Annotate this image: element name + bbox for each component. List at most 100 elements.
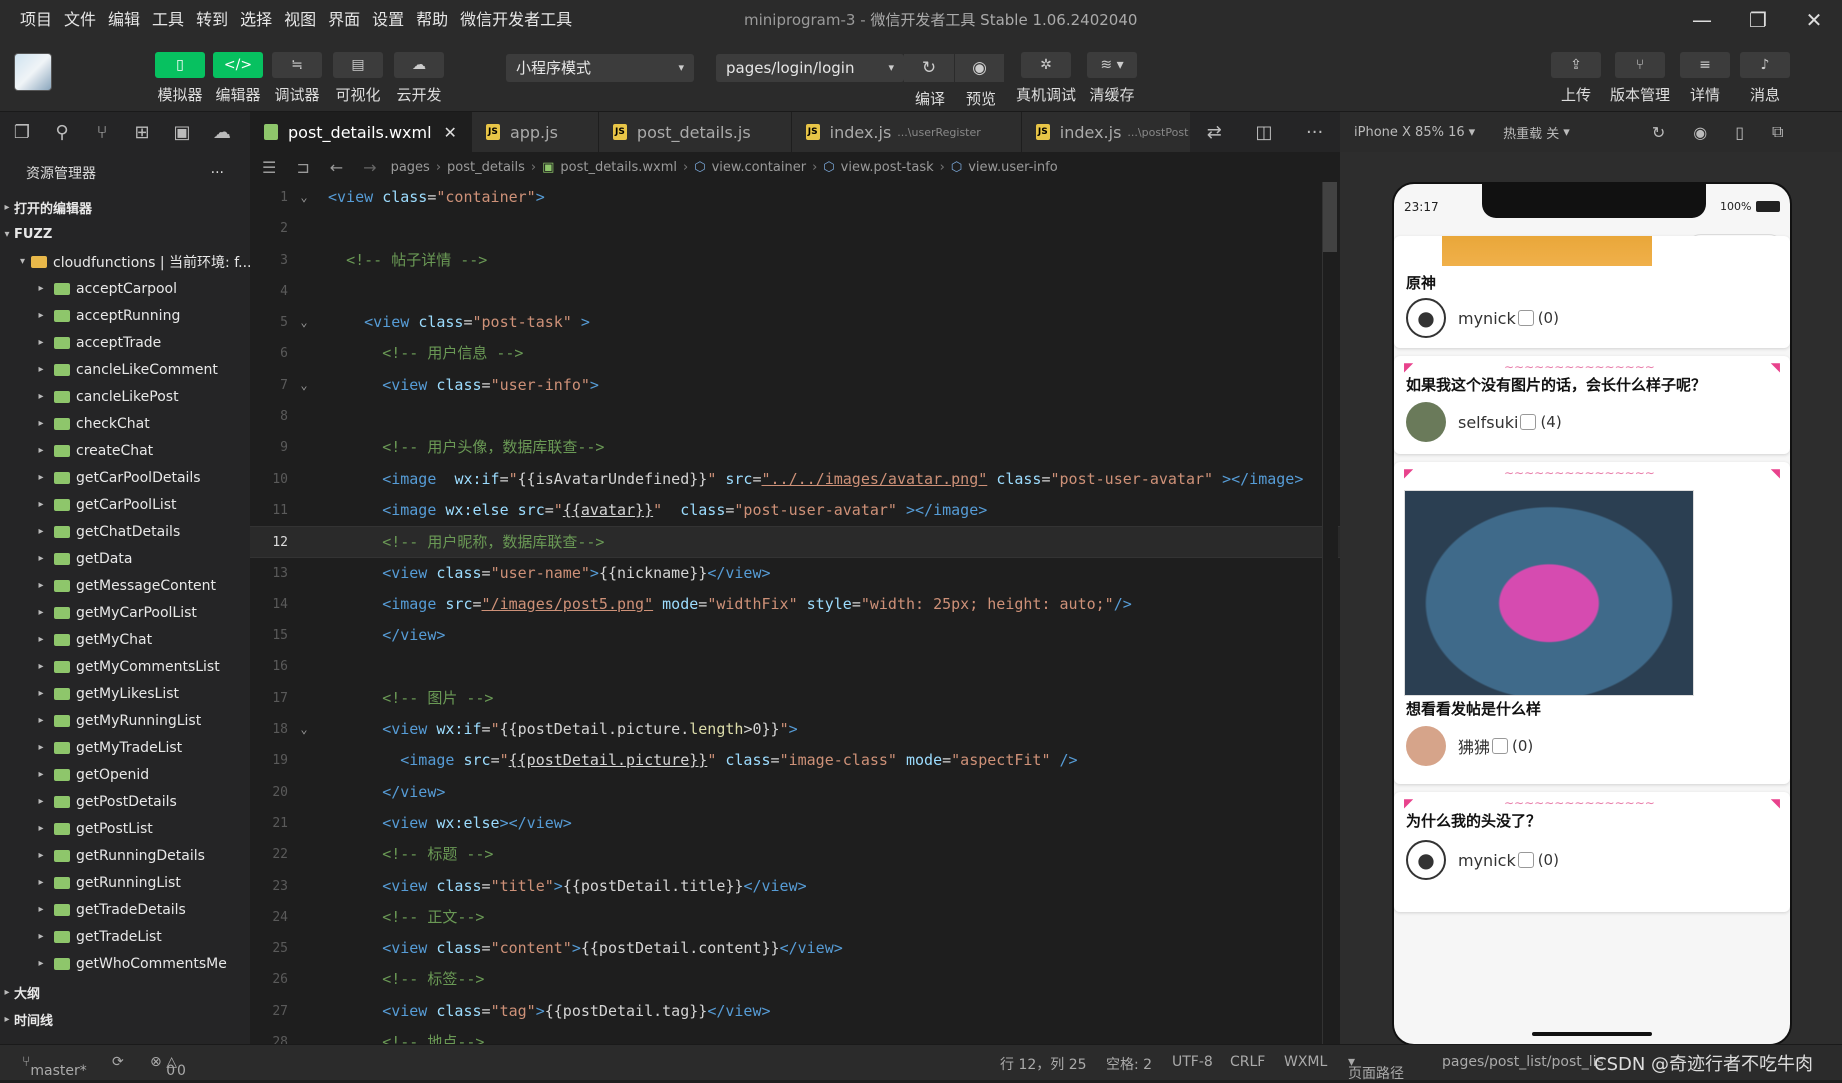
compile-label[interactable]: 编译 bbox=[915, 88, 945, 109]
mode-select[interactable]: 小程序模式 bbox=[506, 54, 694, 82]
workspace-root[interactable]: ▾ FUZZ bbox=[0, 221, 250, 248]
eye-icon[interactable]: ◉ bbox=[954, 54, 1004, 82]
cloudfunction-item[interactable]: ▸ getTradeList bbox=[0, 923, 250, 950]
device-select[interactable]: iPhone X 85% 16 bbox=[1354, 125, 1465, 140]
extensions-icon[interactable]: ⊞ bbox=[132, 122, 152, 143]
close-icon[interactable]: ✕ bbox=[444, 123, 457, 142]
cloudfunction-item[interactable]: ▸ getCarPoolList bbox=[0, 491, 250, 518]
cloudfunction-item[interactable]: ▸ getMessageContent bbox=[0, 572, 250, 599]
cursor-position[interactable]: 行 12，列 25 bbox=[1000, 1054, 1087, 1074]
cloudfunction-item[interactable]: ▸ getPostDetails bbox=[0, 788, 250, 815]
messages-button[interactable]: ♪ 消息 bbox=[1737, 52, 1793, 105]
cloudfunction-item[interactable]: ▸ acceptTrade bbox=[0, 329, 250, 356]
code-line[interactable]: 22 <!-- 标题 --> bbox=[250, 839, 1340, 870]
rotate-icon[interactable]: ↻ bbox=[1652, 123, 1665, 142]
refresh-icon[interactable]: ↻ bbox=[904, 54, 954, 82]
cloud-icon[interactable]: ☁ bbox=[212, 122, 232, 143]
user-avatar[interactable] bbox=[14, 53, 52, 91]
forward-icon[interactable]: → bbox=[363, 158, 376, 177]
breadcrumb-item[interactable]: view.container bbox=[712, 160, 806, 175]
breadcrumb-item[interactable]: post_details.wxml bbox=[560, 160, 677, 175]
more-actions-icon[interactable]: ··· bbox=[1306, 122, 1323, 143]
list-icon[interactable]: ☰ bbox=[262, 158, 276, 177]
code-line[interactable]: 6 <!-- 用户信息 --> bbox=[250, 338, 1340, 369]
code-line[interactable]: 11 <image wx:else src="{{avatar}}" class… bbox=[250, 495, 1340, 526]
menu-item[interactable]: 项目 bbox=[14, 0, 58, 40]
split-editor-icon[interactable]: ◫ bbox=[1255, 122, 1272, 143]
code-line[interactable]: 23 <view class="title">{{postDetail.titl… bbox=[250, 871, 1340, 902]
thumbs-up-icon[interactable] bbox=[1517, 852, 1534, 868]
maximize-button[interactable]: ❐ bbox=[1730, 0, 1786, 40]
cloudfunction-item[interactable]: ▸ getMyLikesList bbox=[0, 680, 250, 707]
cloudfunction-item[interactable]: ▸ getMyRunningList bbox=[0, 707, 250, 734]
menu-item[interactable]: 视图 bbox=[278, 0, 322, 40]
minimize-button[interactable]: — bbox=[1674, 0, 1730, 40]
code-line[interactable]: 25 <view class="content">{{postDetail.co… bbox=[250, 933, 1340, 964]
hot-reload-toggle[interactable]: 热重载 关 bbox=[1503, 123, 1559, 142]
menu-item[interactable]: 微信开发者工具 bbox=[454, 0, 578, 40]
page-path-label[interactable]: 页面路径 ▾ bbox=[1348, 1054, 1404, 1082]
code-editor[interactable]: 1 ⌄ <view class="container"> 2 3 <!-- 帖子详情 -… bbox=[250, 182, 1340, 1044]
menu-item[interactable]: 转到 bbox=[190, 0, 234, 40]
cloudfunction-item[interactable]: ▸ getChatDetails bbox=[0, 518, 250, 545]
cloudfunction-item[interactable]: ▸ getOpenid bbox=[0, 761, 250, 788]
cloudfunction-item[interactable]: ▸ acceptRunning bbox=[0, 302, 250, 329]
code-line[interactable]: 10 <image wx:if="{{isAvatarUndefined}}" … bbox=[250, 464, 1340, 495]
cloudfunction-item[interactable]: ▸ createChat bbox=[0, 437, 250, 464]
details-button[interactable]: ≡ 详情 bbox=[1677, 52, 1733, 105]
code-line[interactable]: 21 <view wx:else></view> bbox=[250, 808, 1340, 839]
tab-3[interactable]: JS post_details.js bbox=[598, 112, 792, 152]
scrollbar-thumb[interactable] bbox=[1323, 182, 1337, 252]
cloudfunction-item[interactable]: ▸ getMyTradeList bbox=[0, 734, 250, 761]
thumbs-up-icon[interactable] bbox=[1492, 738, 1509, 754]
cloudfunction-item[interactable]: ▸ getMyCarPoolList bbox=[0, 599, 250, 626]
user-avatar[interactable]: ● bbox=[1406, 298, 1446, 338]
thumbs-up-icon[interactable] bbox=[1520, 414, 1537, 430]
open-editors-section[interactable]: ▸ 打开的编辑器 bbox=[0, 194, 250, 221]
back-icon[interactable]: ← bbox=[330, 158, 343, 177]
cloudfunction-item[interactable]: ▸ checkChat bbox=[0, 410, 250, 437]
code-line[interactable]: 16 bbox=[250, 651, 1340, 682]
tab-1[interactable]: post_details.wxml ✕ bbox=[250, 112, 472, 152]
code-line[interactable]: 14 <image src="/images/post5.png" mode="… bbox=[250, 589, 1340, 620]
code-line[interactable]: 8 bbox=[250, 401, 1340, 432]
thumbs-up-icon[interactable] bbox=[1517, 310, 1534, 326]
timeline-section[interactable]: ▸ 时间线 bbox=[0, 1006, 250, 1033]
code-line[interactable]: 17 <!-- 图片 --> bbox=[250, 683, 1340, 714]
clear-cache-button[interactable]: ≋ ▾ 清缓存 bbox=[1084, 52, 1140, 105]
cloudfunction-item[interactable]: ▸ getCarPoolDetails bbox=[0, 464, 250, 491]
source-control-icon[interactable]: ⑂ bbox=[92, 122, 112, 143]
menu-item[interactable]: 界面 bbox=[322, 0, 366, 40]
outline-section[interactable]: ▸ 大纲 bbox=[0, 979, 250, 1006]
code-line[interactable]: 20 </view> bbox=[250, 777, 1340, 808]
popout-icon[interactable]: ⧉ bbox=[1772, 122, 1783, 142]
cloudfunction-item[interactable]: ▸ acceptCarpool bbox=[0, 275, 250, 302]
visual-button[interactable]: ▤ 可视化 bbox=[330, 52, 386, 105]
version-control-button[interactable]: ⑂ 版本管理 bbox=[1610, 52, 1670, 105]
code-line[interactable]: 1 ⌄ <view class="container"> bbox=[250, 182, 1340, 213]
breadcrumb-item[interactable]: view.post-task bbox=[841, 160, 934, 175]
fold-chevron-icon[interactable]: ⌄ bbox=[294, 307, 314, 338]
editor-scrollbar[interactable] bbox=[1322, 182, 1338, 1044]
menu-item[interactable]: 工具 bbox=[146, 0, 190, 40]
real-device-debug-button[interactable]: ✲ 真机调试 bbox=[1016, 52, 1076, 105]
menu-item[interactable]: 编辑 bbox=[102, 0, 146, 40]
code-line[interactable]: 2 bbox=[250, 213, 1340, 244]
phone-screen[interactable]: 23:17 100% ‹ 1111 •••◉ 原神●mynick(0)◤∼∼∼∼… bbox=[1392, 182, 1792, 1046]
compile-path-select[interactable]: pages/login/login bbox=[716, 54, 904, 82]
post-card[interactable]: ◤ ∼∼∼∼∼∼∼∼∼∼∼∼∼∼∼ ◥ 为什么我的头没了？ ● mynick (0) bbox=[1394, 792, 1790, 912]
tab-4[interactable]: JS index.js ...\userRegister bbox=[791, 112, 1022, 152]
post-card[interactable]: ◤ ∼∼∼∼∼∼∼∼∼∼∼∼∼∼∼ ◥ 如果我这个没有图片的话，会长什么样子呢？ sel… bbox=[1394, 356, 1790, 454]
editor-button[interactable]: </> 编辑器 bbox=[210, 52, 266, 105]
fold-chevron-icon[interactable]: ⌄ bbox=[294, 370, 314, 401]
code-line[interactable]: 4 bbox=[250, 276, 1340, 307]
user-avatar[interactable] bbox=[1406, 726, 1446, 766]
problems-indicator[interactable]: ⊗ 0 △ 0 bbox=[150, 1054, 186, 1079]
fold-chevron-icon[interactable]: ⌄ bbox=[294, 714, 314, 745]
menu-item[interactable]: 文件 bbox=[58, 0, 102, 40]
user-avatar[interactable]: ● bbox=[1406, 840, 1446, 880]
sync-icon[interactable]: ⟳ bbox=[112, 1054, 124, 1070]
cloud-dev-button[interactable]: ☁ 云开发 bbox=[391, 52, 447, 105]
cloudfunction-item[interactable]: ▸ getRunningList bbox=[0, 869, 250, 896]
breadcrumb-item[interactable]: post_details bbox=[447, 160, 525, 175]
